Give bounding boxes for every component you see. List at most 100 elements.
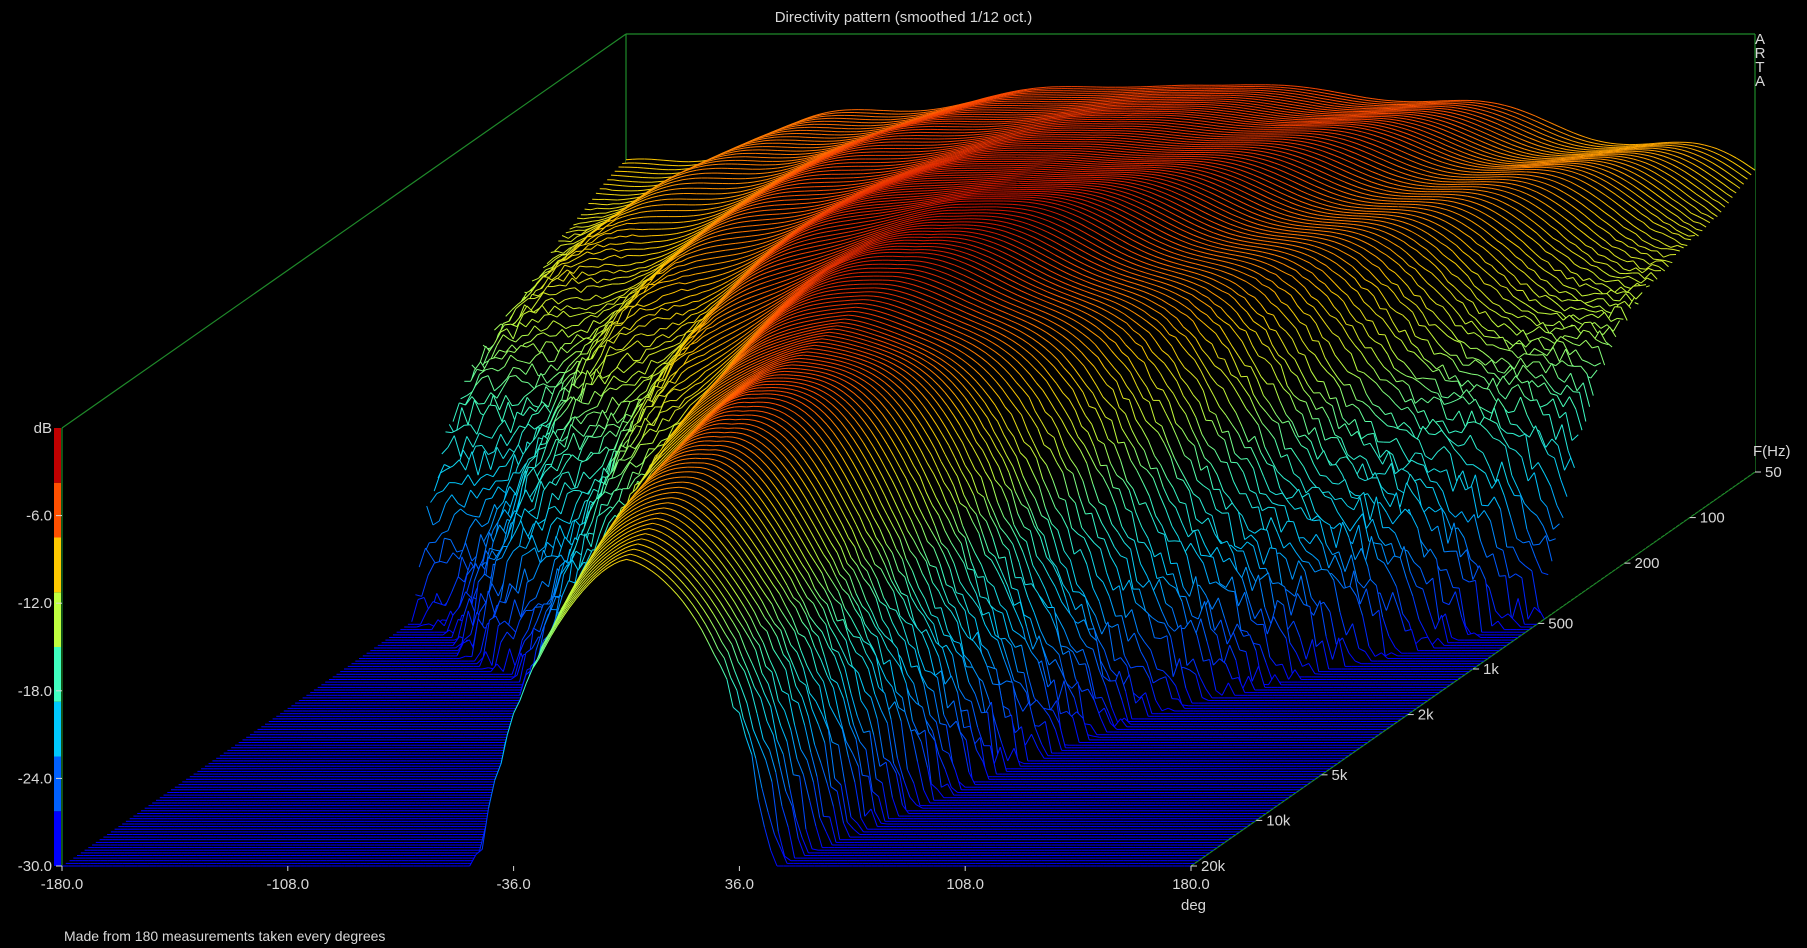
curve-segment — [1364, 121, 1370, 122]
curve-segment — [1433, 184, 1439, 185]
curve-segment — [1014, 122, 1020, 123]
curve-segment — [1194, 137, 1200, 138]
curve-segment — [1242, 126, 1248, 127]
curve-segment — [965, 109, 971, 110]
curve-segment — [1020, 92, 1026, 93]
curve-segment — [1346, 126, 1352, 127]
curve-segment — [1000, 128, 1006, 129]
curve-segment — [1104, 101, 1110, 102]
curve-segment — [596, 193, 602, 194]
curve-segment — [626, 181, 632, 182]
curve-segment — [1034, 133, 1040, 134]
curve-segment — [1038, 116, 1044, 117]
curve-segment — [1184, 139, 1190, 140]
curve-segment — [1201, 138, 1207, 139]
curve-segment — [917, 123, 923, 124]
curve-segment — [1145, 140, 1151, 141]
curve-segment — [923, 122, 929, 123]
curve-segment — [1322, 132, 1328, 133]
curve-segment — [966, 140, 972, 141]
curve-segment — [762, 173, 768, 174]
curve-segment — [1093, 107, 1099, 108]
curve-segment — [1069, 113, 1075, 114]
curve-segment — [1297, 113, 1303, 114]
curve-segment — [1088, 111, 1094, 112]
curve-segment — [1171, 129, 1177, 130]
curve-segment — [1546, 157, 1552, 158]
curve-segment — [882, 139, 888, 140]
curve-segment — [819, 147, 825, 148]
curve-segment — [1166, 137, 1172, 138]
curve-segment — [1214, 107, 1220, 108]
curve-segment — [592, 221, 598, 222]
curve-segment — [1543, 170, 1549, 171]
curve-segment — [1094, 104, 1100, 105]
curve-segment — [1523, 175, 1529, 176]
curve-segment — [1043, 118, 1049, 119]
curve-segment — [675, 189, 681, 190]
curve-segment — [1035, 130, 1041, 131]
curve-segment — [1327, 110, 1333, 111]
curve-segment — [1133, 139, 1139, 140]
curve-segment — [1049, 117, 1055, 118]
curve-segment — [1641, 146, 1647, 147]
curve-segment — [1260, 95, 1266, 96]
curve-segment — [1317, 111, 1323, 112]
curve-segment — [950, 144, 956, 145]
curve-segment — [1194, 123, 1200, 124]
curve-segment — [1059, 115, 1065, 116]
curve-segment — [1445, 107, 1451, 108]
curve-segment — [1061, 116, 1067, 117]
curve-segment — [630, 177, 636, 178]
curve-segment — [1199, 116, 1205, 117]
curve-segment — [1547, 168, 1553, 169]
curve-segment — [1020, 122, 1026, 123]
curve-segment — [1293, 89, 1299, 90]
curve-segment — [1036, 126, 1042, 127]
curve-segment — [839, 140, 845, 141]
curve-segment — [815, 119, 821, 120]
curve-segment — [1421, 111, 1427, 112]
curve-segment — [1147, 135, 1153, 136]
curve-segment — [1307, 112, 1313, 113]
curve-segment — [795, 157, 801, 158]
curve-segment — [679, 184, 685, 185]
curve-segment — [782, 131, 788, 132]
curve-segment — [1154, 130, 1160, 131]
curve-segment — [1440, 178, 1446, 179]
curve-segment — [1014, 138, 1020, 139]
curve-segment — [708, 204, 714, 205]
curve-segment — [1509, 180, 1515, 181]
curve-segment — [1498, 165, 1504, 166]
curve-segment — [624, 176, 630, 177]
curve-segment — [1479, 187, 1485, 188]
curve-segment — [1150, 133, 1156, 134]
curve-segment — [1039, 128, 1045, 129]
curve-segment — [1176, 121, 1182, 122]
curve-segment — [1041, 129, 1047, 130]
curve-segment — [1252, 99, 1258, 100]
curve-segment — [626, 159, 632, 160]
curve-segment — [1192, 120, 1198, 121]
curve-segment — [1631, 147, 1637, 148]
curve-segment — [1024, 136, 1030, 137]
curve-segment — [1302, 136, 1308, 137]
curve-segment — [661, 199, 667, 200]
curve-segment — [1030, 90, 1036, 91]
curve-segment — [1096, 105, 1102, 106]
curve-segment — [1232, 102, 1238, 103]
curve-segment — [920, 124, 926, 125]
curve-segment — [1356, 125, 1362, 126]
curve-segment — [1024, 120, 1030, 121]
curve-segment — [1413, 188, 1419, 189]
curve-segment — [782, 164, 788, 165]
curve-segment — [657, 160, 663, 161]
curve-segment — [1621, 149, 1627, 150]
curve-segment — [1168, 126, 1174, 127]
curve-segment — [893, 121, 899, 122]
curve-segment — [1053, 123, 1059, 124]
curve-segment — [616, 185, 622, 186]
curve-segment — [1314, 113, 1320, 114]
curve-segment — [1197, 113, 1203, 114]
curve-segment — [1134, 134, 1140, 135]
